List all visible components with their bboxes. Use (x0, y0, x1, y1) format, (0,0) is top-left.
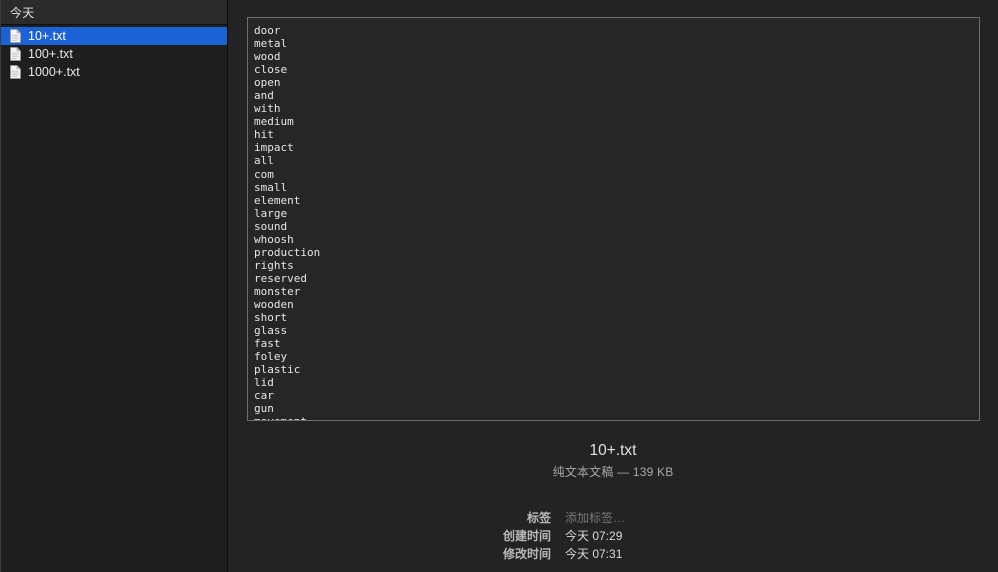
file-metadata-row: 创建时间 今天 07:29 (228, 527, 998, 545)
text-line: whoosh (254, 232, 294, 246)
file-kind-size: 纯文本文稿 — 139 KB (552, 465, 674, 479)
text-line: medium (254, 115, 294, 129)
text-line: impact (254, 141, 294, 155)
add-tags-field[interactable]: 添加标签… (565, 509, 625, 527)
file-metadata-row: 修改时间 今天 07:31 (228, 545, 998, 563)
file-list-item-label: 10+.txt (28, 29, 66, 43)
file-info-block: 10+.txt 纯文本文稿 — 139 KB (228, 440, 998, 482)
document-icon (10, 47, 21, 61)
file-metadata-label: 修改时间 (502, 547, 551, 561)
text-line: production (254, 245, 321, 259)
file-title: 10+.txt (589, 442, 637, 459)
document-icon (10, 29, 21, 43)
text-line: car (254, 389, 274, 403)
quick-look-window: 今天 10+.txt 100+.txt 1000+.txt door metal woo… (0, 0, 998, 572)
file-metadata-label: 创建时间 (502, 529, 551, 543)
text-line: glass (254, 324, 288, 338)
text-line: door (254, 24, 281, 37)
text-line: and (254, 89, 274, 103)
file-list-item[interactable]: 100+.txt (1, 45, 227, 63)
text-line: lid (254, 376, 274, 390)
file-list[interactable]: 10+.txt 100+.txt 1000+.txt (1, 25, 227, 81)
text-preview-content: door metal wood close open and with medium hit im… (248, 18, 979, 420)
file-sidebar: 今天 10+.txt 100+.txt 1000+.txt (0, 0, 228, 572)
text-line: open (254, 76, 281, 90)
file-metadata-label: 标签 (526, 511, 551, 525)
preview-pane: door metal wood close open and with medium hit im… (228, 0, 998, 572)
text-line: foley (254, 350, 288, 364)
file-list-item-label: 1000+.txt (28, 65, 80, 79)
file-metadata-value: 今天 07:29 (565, 529, 623, 543)
text-line: movement (254, 415, 979, 420)
file-metadata-value: 今天 07:31 (565, 547, 623, 561)
text-line: metal (254, 37, 288, 51)
text-line: large (254, 206, 288, 220)
text-line: close (254, 63, 288, 77)
text-line: gun (254, 402, 274, 416)
file-list-item[interactable]: 1000+.txt (1, 63, 227, 81)
text-line: small (254, 180, 288, 194)
text-preview-box[interactable]: door metal wood close open and with medium hit im… (247, 17, 980, 421)
file-list-item-label: 100+.txt (28, 47, 73, 61)
file-metadata-row: 标签 添加标签… (228, 509, 998, 527)
text-line: fast (254, 337, 281, 351)
text-line: with (254, 102, 281, 116)
text-line: element (254, 193, 301, 207)
text-line: plastic (254, 363, 301, 377)
text-line: monster (254, 284, 301, 298)
text-line: all (254, 154, 274, 168)
text-line: com (254, 167, 274, 181)
document-icon (10, 65, 21, 79)
text-line: reserved (254, 271, 307, 285)
file-metadata-list: 标签 添加标签… 创建时间 今天 07:29 修改时间 今天 07:31 (228, 509, 998, 563)
text-line: sound (254, 219, 288, 233)
text-line: short (254, 311, 288, 325)
text-line: wooden (254, 297, 294, 311)
text-line: wood (254, 50, 281, 64)
file-list-item[interactable]: 10+.txt (1, 27, 227, 45)
sidebar-header-title: 今天 (10, 5, 35, 20)
text-line: hit (254, 128, 274, 142)
text-line: rights (254, 258, 294, 272)
sidebar-header: 今天 (1, 0, 227, 25)
